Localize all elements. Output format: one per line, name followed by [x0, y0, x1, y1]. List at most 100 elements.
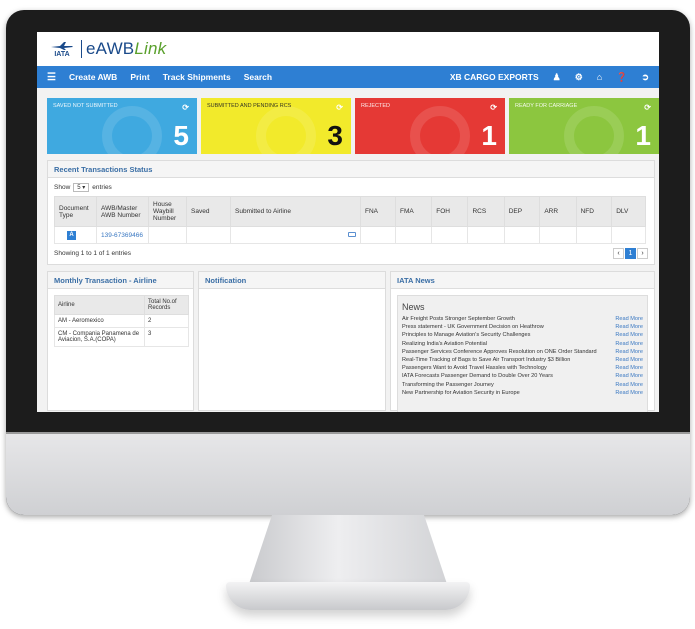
- logout-icon[interactable]: ➲: [641, 72, 649, 83]
- iata-logo: IATA: [47, 38, 77, 60]
- plane-icon: [51, 41, 73, 50]
- news-headline[interactable]: Principles to Manage Aviation's Security…: [402, 331, 613, 339]
- tile-title: READY FOR CARRIAGE: [515, 103, 578, 109]
- col-dep[interactable]: DEP: [503, 196, 541, 227]
- list-item: Press statement - UK Government Decision…: [402, 323, 643, 331]
- tile-rejected[interactable]: REJECTED ⟳ 1: [355, 98, 505, 154]
- refresh-icon[interactable]: ⟳: [336, 103, 343, 112]
- monitor-base: [226, 582, 470, 610]
- table-header-row: Airline Total No.of Records: [54, 295, 189, 315]
- read-more-link[interactable]: Read More: [613, 323, 643, 331]
- read-more-link[interactable]: Read More: [613, 381, 643, 389]
- airline-cell: CM - Compania Panamena de Aviacion, S.A.…: [54, 327, 145, 347]
- notification-panel: Notification: [198, 271, 386, 411]
- nav-track-shipments[interactable]: Track Shipments: [163, 72, 231, 82]
- help-icon[interactable]: ❓: [616, 72, 627, 83]
- dep-cell: [503, 226, 541, 244]
- awb-number-link[interactable]: 139-67369466: [101, 232, 143, 239]
- navbar: ☰ Create AWB Print Track Shipments Searc…: [37, 66, 659, 88]
- monitor-stand: [248, 515, 448, 587]
- app-logo[interactable]: eAWBLink: [86, 39, 166, 59]
- table-header-row: Document Type AWB/Master AWB Number Hous…: [54, 196, 646, 227]
- col-foh[interactable]: FOH: [431, 196, 469, 227]
- news-headline[interactable]: Passengers Want to Avoid Travel Hassles …: [402, 364, 613, 372]
- news-headline[interactable]: Passenger Services Conference Approves R…: [402, 348, 613, 356]
- tile-decoration: [256, 106, 316, 154]
- read-more-link[interactable]: Read More: [613, 348, 643, 356]
- col-fna[interactable]: FNA: [359, 196, 397, 227]
- news-headline[interactable]: IATA Forecasts Passenger Demand to Doubl…: [402, 372, 613, 380]
- col-arr[interactable]: ARR: [539, 196, 577, 227]
- logo-suffix: Link: [134, 39, 167, 58]
- tile-submitted-pending-rcs[interactable]: SUBMITTED AND PENDING RCS ⟳ 3: [201, 98, 351, 154]
- show-label: Show: [54, 184, 71, 191]
- table-row: CM - Compania Panamena de Aviacion, S.A.…: [54, 327, 189, 347]
- panel-title: IATA News: [391, 272, 654, 289]
- news-headline[interactable]: Press statement - UK Government Decision…: [402, 323, 613, 331]
- home-icon[interactable]: ⌂: [597, 72, 602, 82]
- prev-page-button[interactable]: ‹: [613, 248, 624, 259]
- read-more-link[interactable]: Read More: [613, 389, 643, 397]
- tile-title: REJECTED: [361, 103, 391, 109]
- col-document-type[interactable]: Document Type: [54, 196, 97, 227]
- tile-decoration: [564, 106, 624, 154]
- logo-prefix: eAWB: [86, 39, 135, 58]
- document-type-badge[interactable]: A: [67, 230, 76, 240]
- list-item: Passenger Services Conference Approves R…: [402, 348, 643, 356]
- nav-search[interactable]: Search: [244, 72, 272, 82]
- read-more-link[interactable]: Read More: [613, 356, 643, 364]
- tile-saved-not-submitted[interactable]: SAVED NOT SUBMITTED ⟳ 5: [47, 98, 197, 154]
- col-house-waybill[interactable]: House Waybill Number: [148, 196, 187, 227]
- nav-print[interactable]: Print: [130, 72, 149, 82]
- user-icon[interactable]: ♟: [553, 72, 561, 83]
- col-saved[interactable]: Saved: [186, 196, 231, 227]
- logo-divider: [81, 40, 82, 58]
- col-awb-number[interactable]: AWB/Master AWB Number: [96, 196, 149, 227]
- dlv-cell: [611, 226, 646, 244]
- panel-title: Recent Transactions Status: [48, 161, 654, 178]
- entries-select[interactable]: 5 ▾: [73, 183, 90, 192]
- list-item: Passengers Want to Avoid Travel Hassles …: [402, 364, 643, 372]
- entries-label: entries: [92, 184, 112, 191]
- screen: IATA eAWBLink ☰ Create AWB Print Track S…: [37, 32, 659, 412]
- col-rcs[interactable]: RCS: [467, 196, 505, 227]
- gear-icon[interactable]: ⚙: [575, 72, 583, 83]
- monitor-divider: [6, 432, 690, 434]
- news-headline[interactable]: Realizing India's Aviation Potential: [402, 340, 613, 348]
- refresh-icon[interactable]: ⟳: [490, 103, 497, 112]
- read-more-link[interactable]: Read More: [613, 340, 643, 348]
- refresh-icon[interactable]: ⟳: [644, 103, 651, 112]
- airline-table: Airline Total No.of Records AM - Aeromex…: [54, 295, 189, 347]
- read-more-link[interactable]: Read More: [613, 364, 643, 372]
- news-headline[interactable]: Transforming the Passenger Journey: [402, 381, 613, 389]
- recent-transactions-panel: Recent Transactions Status Show 5 ▾ entr…: [47, 160, 655, 265]
- iata-news-panel: IATA News News Air Freight Posts Stronge…: [390, 271, 655, 412]
- col-fma[interactable]: FMA: [395, 196, 433, 227]
- refresh-icon[interactable]: ⟳: [182, 103, 189, 112]
- col-submitted-to-airline[interactable]: Submitted to Airline: [230, 196, 361, 227]
- news-box: News Air Freight Posts Stronger Septembe…: [397, 295, 648, 412]
- saved-cell: [186, 226, 231, 244]
- news-headline[interactable]: Air Freight Posts Stronger September Gro…: [402, 315, 613, 323]
- page-1-button[interactable]: 1: [625, 248, 636, 259]
- nav-create-awb[interactable]: Create AWB: [69, 72, 117, 82]
- list-item: Air Freight Posts Stronger September Gro…: [402, 315, 643, 323]
- news-headline[interactable]: New Partnership for Aviation Security in…: [402, 389, 613, 397]
- table-row[interactable]: A 139-67369466: [54, 226, 646, 244]
- read-more-link[interactable]: Read More: [613, 315, 643, 323]
- tile-count: 3: [327, 120, 343, 151]
- tile-title: SUBMITTED AND PENDING RCS: [207, 103, 292, 109]
- list-item: New Partnership for Aviation Security in…: [402, 389, 643, 397]
- col-dlv[interactable]: DLV: [611, 196, 646, 227]
- account-name[interactable]: XB CARGO EXPORTS: [450, 72, 539, 82]
- read-more-link[interactable]: Read More: [613, 331, 643, 339]
- house-waybill-cell: [148, 226, 187, 244]
- news-headline[interactable]: Real-Time Tracking of Bags to Save Air T…: [402, 356, 613, 364]
- panel-title: Monthly Transaction - Airline: [48, 272, 193, 289]
- tile-ready-for-carriage[interactable]: READY FOR CARRIAGE ⟳ 1: [509, 98, 659, 154]
- list-item: Transforming the Passenger Journey Read M…: [402, 381, 643, 389]
- next-page-button[interactable]: ›: [637, 248, 648, 259]
- menu-icon[interactable]: ☰: [47, 72, 56, 83]
- col-nfd[interactable]: NFD: [575, 196, 613, 227]
- read-more-link[interactable]: Read More: [613, 372, 643, 380]
